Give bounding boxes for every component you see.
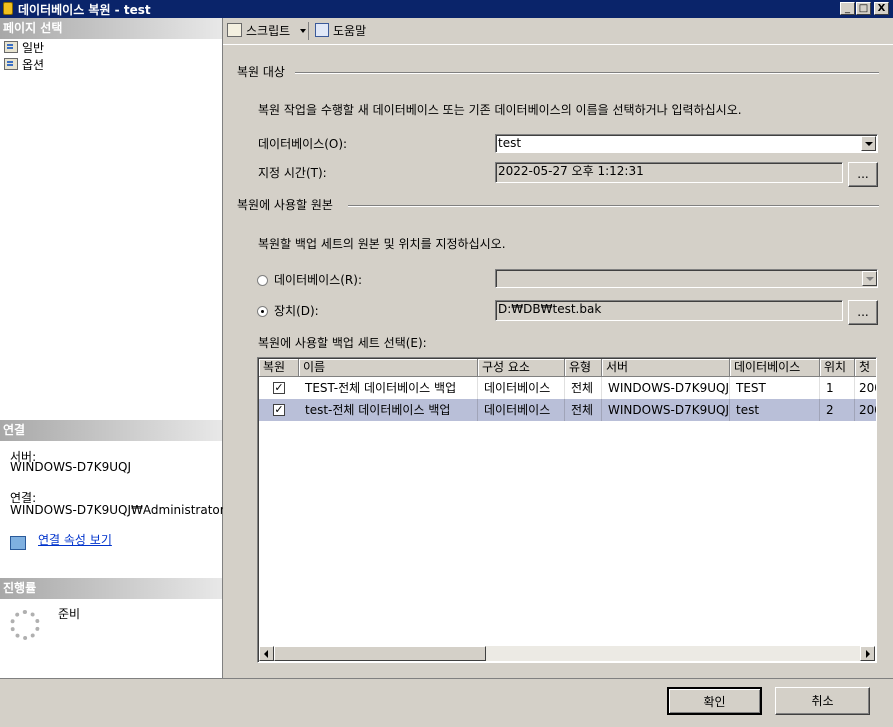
- table-cell: WINDOWS-D7K9UQJ: [602, 377, 730, 399]
- connection-value: WINDOWS-D7K9UQJ₩Administrator: [10, 503, 225, 517]
- restore-source-description: 복원할 백업 세트의 원본 및 위치를 지정하십시오.: [258, 237, 506, 251]
- toolbar: 스크립트 도움말: [223, 18, 893, 45]
- point-in-time-browse-button[interactable]: ...: [848, 162, 878, 187]
- progress-status: 준비: [58, 607, 81, 621]
- server-value: WINDOWS-D7K9UQJ: [10, 460, 132, 474]
- script-label: 스크립트: [246, 24, 291, 38]
- dialog-button-bar: 확인 취소: [0, 678, 893, 727]
- table-cell: 200: [855, 377, 876, 399]
- help-button[interactable]: 도움말: [315, 22, 366, 40]
- left-pane: 페이지 선택 일반 옵션 연결 서버: WINDOWS-D7K9UQJ 연결: …: [0, 18, 225, 678]
- from-database-label[interactable]: 데이터베이스(R):: [274, 273, 362, 287]
- backup-sets-label: 복원에 사용할 백업 세트 선택(E):: [258, 336, 427, 350]
- table-cell: 데이터베이스: [478, 377, 565, 399]
- restore-target-description: 복원 작업을 수행할 새 데이터베이스 또는 기존 데이터베이스의 이름을 선택…: [258, 103, 742, 117]
- view-connection-properties-link[interactable]: 연결 속성 보기: [38, 534, 112, 547]
- column-header[interactable]: 유형: [565, 359, 602, 377]
- column-header[interactable]: 구성 요소: [478, 359, 565, 377]
- scroll-right-button[interactable]: [860, 646, 875, 661]
- chevron-down-icon[interactable]: [861, 136, 876, 151]
- group-divider: [295, 72, 879, 74]
- page-select-header: 페이지 선택: [0, 18, 222, 39]
- backup-sets-table[interactable]: 복원 이름 구성 요소 유형 서버 데이터베이스 위치 첫 ✓ TEST-전체 …: [257, 357, 877, 663]
- maximize-button[interactable]: □: [856, 2, 871, 15]
- table-row[interactable]: ✓ test-전체 데이터베이스 백업 데이터베이스 전체 WINDOWS-D7…: [259, 399, 876, 421]
- page-item-options[interactable]: 옵션: [4, 57, 44, 73]
- progress-spinner-icon: [10, 610, 40, 640]
- database-label: 데이터베이스(O):: [258, 137, 348, 151]
- group-divider: [348, 205, 879, 207]
- page-item-label: 옵션: [22, 58, 45, 72]
- window-title: 데이터베이스 복원 - test: [18, 3, 151, 17]
- table-cell: 200: [855, 399, 876, 421]
- table-row[interactable]: ✓ TEST-전체 데이터베이스 백업 데이터베이스 전체 WINDOWS-D7…: [259, 377, 876, 399]
- restore-source-group-title: 복원에 사용할 원본: [237, 198, 333, 212]
- from-device-radio[interactable]: [257, 306, 268, 317]
- table-cell: TEST: [730, 377, 820, 399]
- table-cell: test-전체 데이터베이스 백업: [299, 399, 478, 421]
- column-header[interactable]: 서버: [602, 359, 730, 377]
- horizontal-scrollbar[interactable]: [259, 646, 875, 661]
- device-browse-button[interactable]: ...: [848, 300, 878, 325]
- script-icon: [227, 23, 242, 37]
- from-device-label[interactable]: 장치(D):: [274, 304, 319, 318]
- connection-properties-icon: [10, 536, 26, 550]
- ok-button[interactable]: 확인: [667, 687, 762, 715]
- from-database-radio[interactable]: [257, 275, 268, 286]
- page-icon: [4, 41, 18, 53]
- restore-checkbox[interactable]: ✓: [273, 382, 285, 394]
- chevron-down-icon[interactable]: [862, 271, 877, 286]
- minimize-button[interactable]: _: [840, 2, 855, 15]
- page-item-general[interactable]: 일반: [4, 40, 44, 56]
- table-cell: 전체: [565, 399, 602, 421]
- cancel-button[interactable]: 취소: [775, 687, 870, 715]
- table-cell: 전체: [565, 377, 602, 399]
- table-cell: 데이터베이스: [478, 399, 565, 421]
- column-header[interactable]: 위치: [820, 359, 855, 377]
- restore-checkbox[interactable]: ✓: [273, 404, 285, 416]
- script-button[interactable]: 스크립트: [227, 22, 306, 40]
- page-item-label: 일반: [22, 41, 45, 55]
- chevron-right-icon: [866, 650, 870, 658]
- chevron-down-icon: [300, 29, 306, 33]
- table-cell: TEST-전체 데이터베이스 백업: [299, 377, 478, 399]
- table-cell: 1: [820, 377, 855, 399]
- scroll-left-button[interactable]: [259, 646, 274, 661]
- table-cell: test: [730, 399, 820, 421]
- point-in-time-label: 지정 시간(T):: [258, 166, 327, 180]
- from-device-field[interactable]: D:₩DB₩test.bak: [495, 300, 843, 321]
- page-icon: [4, 58, 18, 70]
- table-cell: WINDOWS-D7K9UQJ: [602, 399, 730, 421]
- chevron-left-icon: [264, 650, 268, 658]
- from-database-combobox[interactable]: [495, 269, 878, 288]
- table-cell: 2: [820, 399, 855, 421]
- point-in-time-field[interactable]: 2022-05-27 오후 1:12:31: [495, 162, 843, 183]
- column-header[interactable]: 첫: [855, 359, 876, 377]
- database-icon: [3, 2, 13, 15]
- database-combobox[interactable]: test: [495, 134, 878, 153]
- column-header[interactable]: 복원: [259, 359, 299, 377]
- database-value: test: [498, 136, 522, 150]
- help-label: 도움말: [333, 24, 367, 38]
- help-icon: [315, 23, 329, 37]
- restore-target-group-title: 복원 대상: [237, 65, 285, 79]
- scroll-thumb[interactable]: [274, 646, 486, 661]
- toolbar-separator: [308, 22, 309, 40]
- close-button[interactable]: X: [874, 2, 889, 15]
- progress-header: 진행률: [0, 578, 222, 599]
- column-header[interactable]: 이름: [299, 359, 478, 377]
- connection-header: 연결: [0, 420, 222, 441]
- title-bar[interactable]: 데이터베이스 복원 - test _ □ X: [0, 0, 893, 18]
- column-header[interactable]: 데이터베이스: [730, 359, 820, 377]
